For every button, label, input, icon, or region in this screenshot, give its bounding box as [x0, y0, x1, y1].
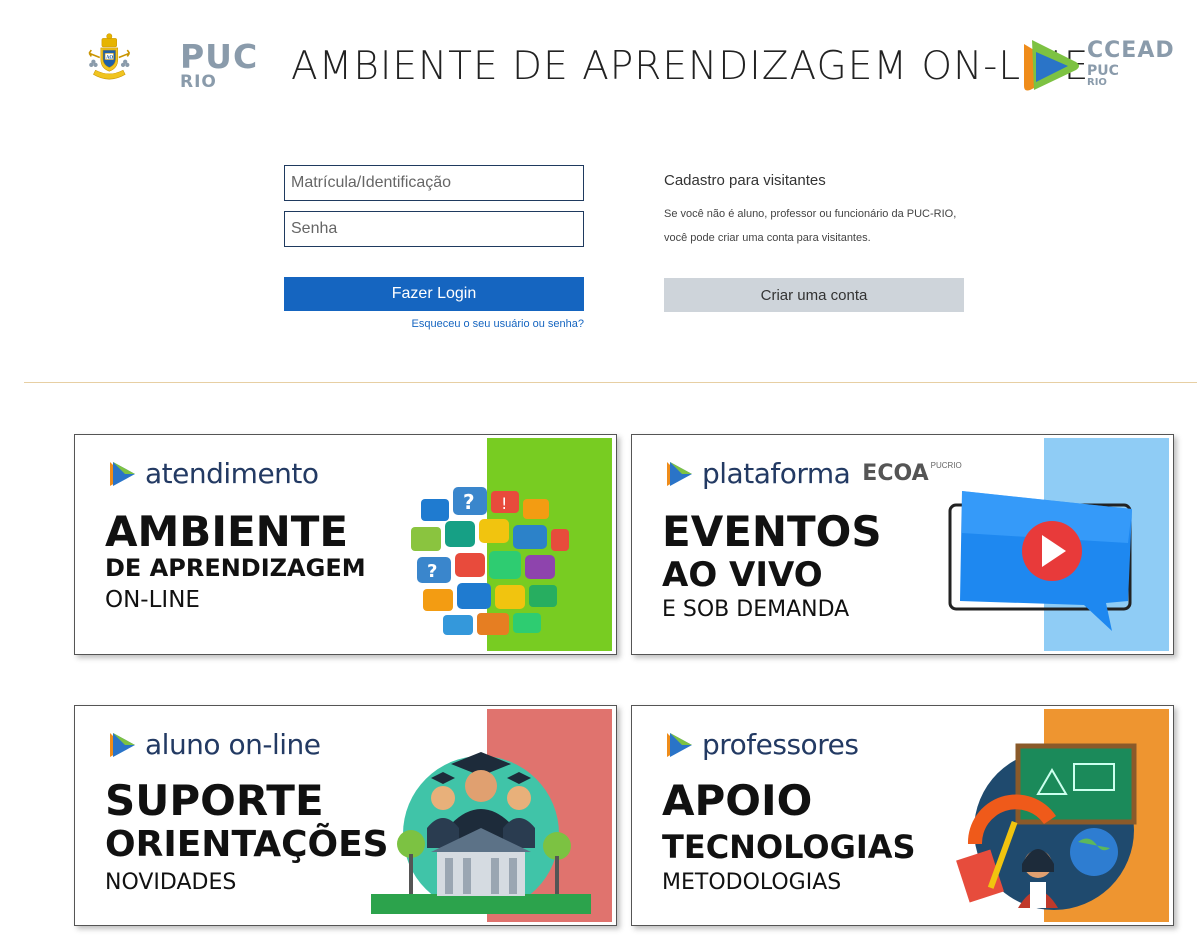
svg-text:?: ? [463, 490, 475, 514]
ccead-puc: PUC [1087, 63, 1119, 79]
ccead-name: CCEAD [1087, 38, 1175, 63]
svg-text:?: ? [427, 561, 437, 582]
card-professores[interactable]: professores APOIO TECNOLOGIAS METODOLOGI… [631, 705, 1174, 926]
svg-text:!: ! [501, 494, 507, 513]
card-tag-label: professores [702, 728, 859, 761]
page-title: AMBIENTE DE APRENDIZAGEM ON-LINE [291, 44, 1090, 89]
card-tag: plataforma ECOA PUCRIO [664, 457, 962, 490]
card-tag: atendimento [107, 457, 319, 490]
visitors-title: Cadastro para visitantes [664, 172, 826, 189]
ccead-rio: RIO [1087, 77, 1107, 88]
card-line1: SUPORTE [105, 776, 324, 825]
play-triangle-icon [110, 732, 135, 757]
speech-bubbles-icon: ? ! ? [411, 487, 569, 635]
card-line1: EVENTOS [662, 507, 882, 556]
puc-sub: RIO [180, 72, 217, 92]
card-tag-label: aluno on-line [145, 728, 321, 761]
card-line3: METODOLOGIAS [662, 870, 842, 895]
ccead-logo-text: CCEAD PUC RIO [1087, 40, 1175, 88]
card-tag: professores [664, 728, 859, 761]
ecoa-brand: ECOA [862, 461, 929, 486]
card-tag-label: plataforma [702, 457, 851, 490]
card-line3: NOVIDADES [105, 870, 237, 895]
card-atendimento[interactable]: atendimento AMBIENTE DE APRENDIZAGEM ON-… [74, 434, 617, 655]
visitors-description: Se você não é aluno, professor ou funcio… [664, 208, 957, 244]
username-input[interactable] [284, 165, 584, 201]
card-line2: DE APRENDIZAGEM [105, 554, 366, 582]
card-line2: AO VIVO [662, 555, 823, 595]
card-tag: aluno on-line [107, 728, 321, 761]
puc-crest-icon: AΩ [88, 33, 131, 80]
forgot-password-link[interactable]: Esqueceu o seu usuário ou senha? [284, 318, 584, 330]
card-line1: AMBIENTE [105, 507, 349, 556]
login-button[interactable]: Fazer Login [284, 277, 584, 311]
password-input[interactable] [284, 211, 584, 247]
play-triangle-icon [110, 461, 135, 486]
svg-text:AΩ: AΩ [105, 55, 113, 60]
card-line2: ORIENTAÇÕES [105, 824, 389, 865]
card-line1: APOIO [662, 776, 813, 825]
card-aluno-online[interactable]: aluno on-line SUPORTE ORIENTAÇÕES NOVIDA… [74, 705, 617, 926]
ecoa-brand-sup: PUCRIO [930, 461, 962, 470]
video-play-icon [948, 491, 1132, 631]
students-graduation-icon [371, 752, 591, 914]
puc-logo-text: PUC RIO [180, 40, 258, 91]
login-page: AΩ PUC RIO AMBIENTE DE APRENDIZAGEM ON-L… [0, 0, 1197, 945]
create-account-button[interactable]: Criar uma conta [664, 278, 964, 312]
play-triangle-icon [667, 461, 692, 486]
card-line3: ON-LINE [105, 587, 200, 613]
ccead-play-icon [1024, 40, 1079, 91]
card-line3: E SOB DEMANDA [662, 597, 850, 622]
divider [24, 382, 1197, 383]
teacher-board-icon [956, 743, 1137, 910]
card-line2: TECNOLOGIAS [662, 828, 916, 866]
play-triangle-icon [667, 732, 692, 757]
puc-name: PUC [180, 37, 259, 76]
card-plataforma[interactable]: plataforma ECOA PUCRIO EVENTOS AO VIVO E… [631, 434, 1174, 655]
card-tag-label: atendimento [145, 457, 319, 490]
